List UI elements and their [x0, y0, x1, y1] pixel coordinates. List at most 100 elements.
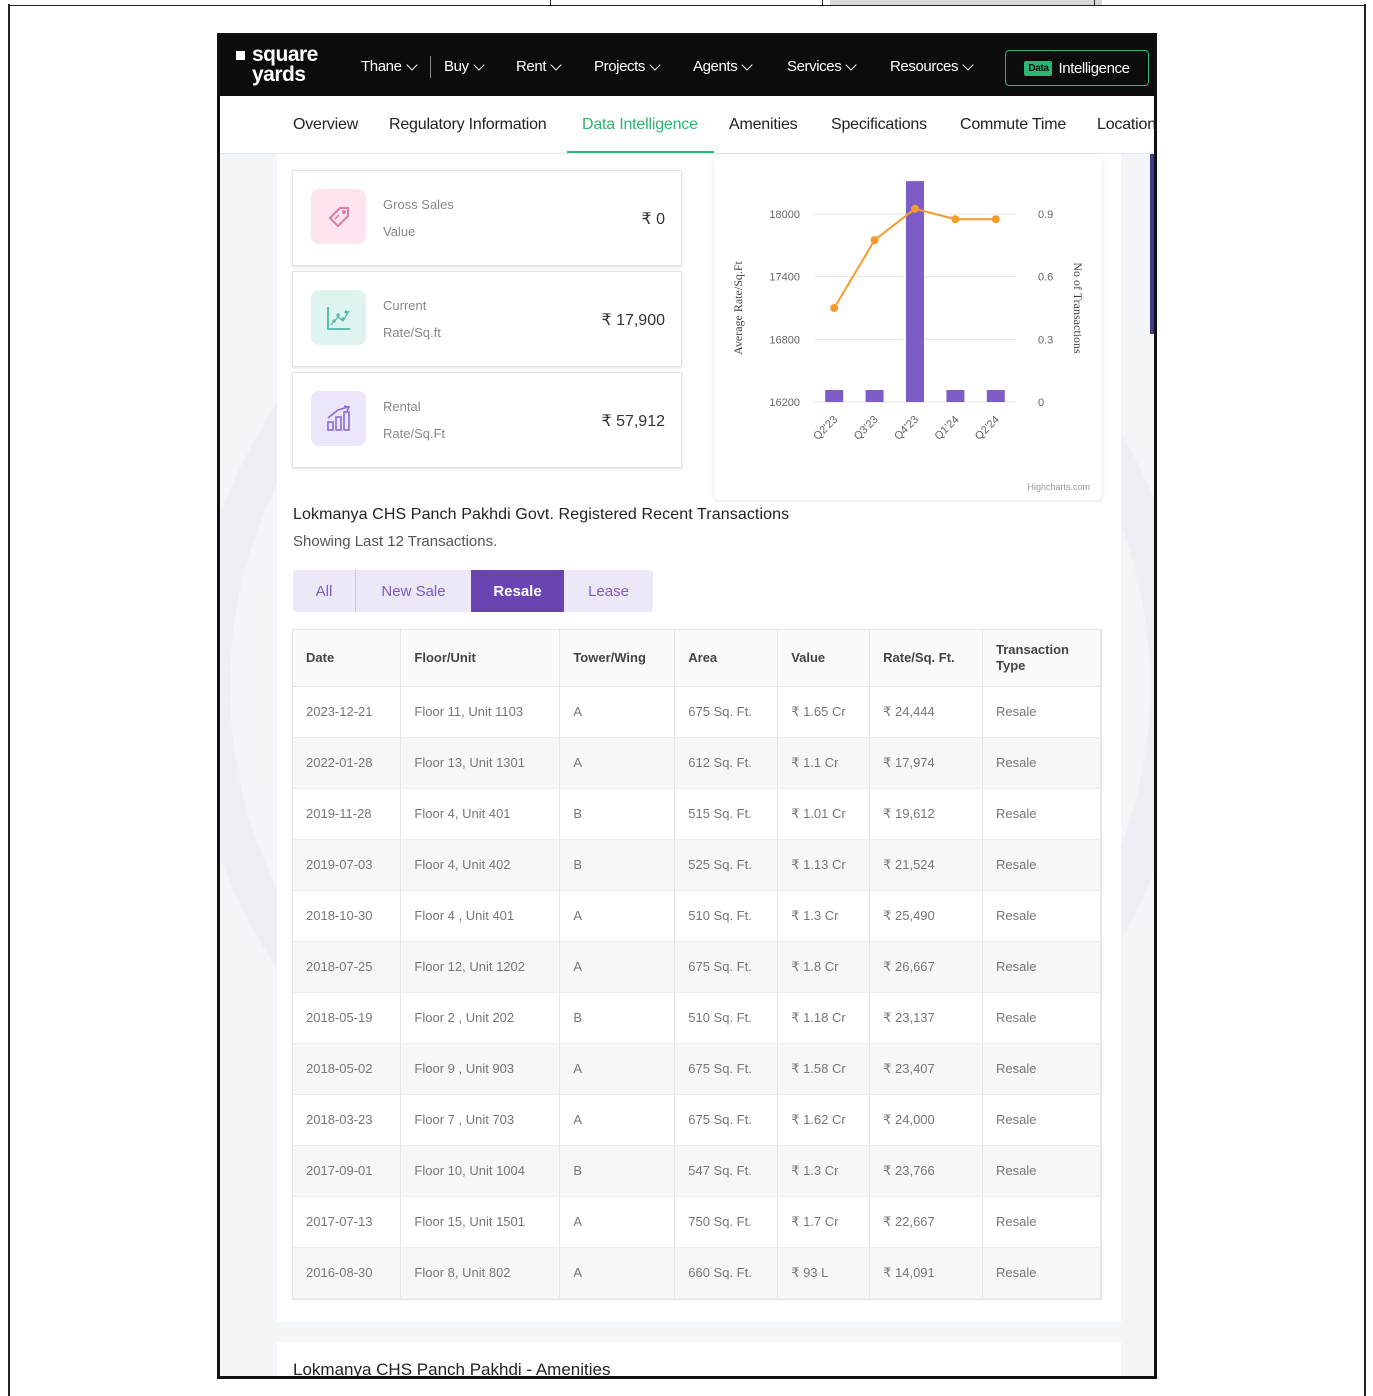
chart-credit: Highcharts.com [1027, 482, 1090, 492]
table-cell: ₹ 23,407 [869, 1043, 984, 1095]
table-row: 2018-03-23 Floor 7 , Unit 703 A 675 Sq. Ft.… [293, 1094, 1101, 1146]
table-cell: ₹ 26,667 [869, 941, 984, 993]
data-badge: Data [1024, 60, 1053, 76]
filter-new-sale[interactable]: New Sale [356, 570, 471, 612]
table-cell: Floor 8, Unit 802 [400, 1247, 561, 1299]
table-cell: ₹ 1.1 Cr [777, 737, 871, 789]
brand-logo[interactable]: square yards [236, 44, 336, 89]
nav-item-label: Thane [361, 58, 402, 75]
table-cell: Resale [982, 941, 1101, 993]
nav-item-buy[interactable]: Buy [444, 58, 485, 75]
table-cell: B [559, 839, 676, 891]
y-tick-label: 18000 [769, 209, 800, 221]
stat-label: Gross Sales [383, 197, 454, 212]
table-cell: A [559, 737, 676, 789]
y-tick-label: 16200 [769, 397, 800, 409]
bar-mark [986, 390, 1005, 402]
table-cell: Floor 9 , Unit 903 [400, 1043, 561, 1095]
chart-canvas: 18000 17400 16800 16200 0.9 0.6 0.3 0 Average Ra… [731, 181, 1090, 492]
x-tick-label: Q1'24 [933, 414, 962, 443]
chevron-down-icon [472, 58, 485, 71]
column-header: Transaction Type [982, 630, 1101, 687]
nav-item-resources[interactable]: Resources [890, 58, 974, 75]
top-navbar: square yards Thane Buy Rent Projects Age… [220, 36, 1154, 96]
table-row: 2018-05-02 Floor 9 , Unit 903 A 675 Sq. Ft.… [293, 1043, 1101, 1095]
stat-value: ₹ 57,912 [601, 413, 665, 430]
stat-gross-sales: Gross Sales Value ₹ 0 [292, 170, 682, 266]
table-cell: Resale [982, 992, 1101, 1044]
table-cell: 2019-11-28 [293, 788, 402, 840]
tab-regulatory-information[interactable]: Regulatory Information [389, 116, 547, 134]
table-cell: ₹ 21,524 [869, 839, 984, 891]
table-cell: 510 Sq. Ft. [674, 992, 779, 1044]
table-cell: ₹ 25,490 [869, 890, 984, 942]
y2-axis-title: No of Transactions [1071, 262, 1085, 354]
filter-resale[interactable]: Resale [471, 570, 564, 612]
table-row: 2018-10-30 Floor 4 , Unit 401 A 510 Sq. Ft.… [293, 890, 1101, 942]
stat-rental-rate: Rental Rate/Sq.Ft ₹ 57,912 [292, 372, 682, 468]
table-cell: 2018-05-19 [293, 992, 402, 1044]
tab-overview[interactable]: Overview [293, 116, 358, 134]
active-tab-indicator [567, 151, 714, 153]
stat-label: Rental [383, 399, 421, 414]
nav-item-agents[interactable]: Agents [693, 58, 753, 75]
filter-lease[interactable]: Lease [564, 570, 653, 612]
y2-tick-label: 0 [1038, 397, 1044, 409]
x-tick-label: Q2'24 [973, 414, 1002, 443]
nav-item-label: Resources [890, 58, 959, 75]
table-cell: ₹ 1.01 Cr [777, 788, 871, 840]
table-header-row: Date Floor/Unit Tower/Wing Area Value Ra… [293, 630, 1101, 687]
stat-value: ₹ 17,900 [601, 312, 665, 329]
table-cell: A [559, 1196, 676, 1248]
table-cell: ₹ 1.3 Cr [777, 890, 871, 942]
table-cell: ₹ 14,091 [869, 1247, 984, 1299]
x-tick-label: Q4'23 [892, 414, 921, 443]
y-axis-title: Average Rate/Sq.Ft [731, 260, 745, 354]
table-cell: 675 Sq. Ft. [674, 686, 779, 738]
x-tick-label: Q2'23 [811, 414, 840, 443]
table-cell: 612 Sq. Ft. [674, 737, 779, 789]
filter-all[interactable]: All [293, 570, 356, 612]
table-cell: 2017-07-13 [293, 1196, 402, 1248]
table-row: 2019-07-03 Floor 4, Unit 402 B 525 Sq. Ft. ₹… [293, 839, 1101, 891]
table-cell: 515 Sq. Ft. [674, 788, 779, 840]
table-cell: Floor 11, Unit 1103 [400, 686, 561, 738]
tab-commute-time[interactable]: Commute Time [960, 116, 1066, 134]
nav-item-projects[interactable]: Projects [594, 58, 661, 75]
tab-data-intelligence[interactable]: Data Intelligence [582, 116, 698, 134]
tab-location[interactable]: Location [1097, 116, 1154, 134]
table-cell: 2018-10-30 [293, 890, 402, 942]
section-tabs: Overview Regulatory Information Data Int… [220, 96, 1154, 154]
data-intelligence-label: Intelligence [1058, 59, 1130, 77]
chart-scatter-icon [311, 290, 366, 345]
tab-amenities[interactable]: Amenities [729, 116, 798, 134]
rate-transactions-chart: 18000 17400 16800 16200 0.9 0.6 0.3 0 Average Ra… [714, 154, 1102, 500]
transaction-filters: All New Sale Resale Lease [293, 570, 653, 612]
line-point [911, 204, 919, 213]
data-intelligence-button[interactable]: Data Intelligence [1005, 50, 1149, 86]
table-cell: 2018-03-23 [293, 1094, 402, 1146]
bar-growth-icon [311, 391, 366, 446]
table-cell: ₹ 17,974 [869, 737, 984, 789]
table-cell: B [559, 788, 676, 840]
stat-label: Current [383, 298, 427, 313]
table-cell: ₹ 93 L [777, 1247, 871, 1299]
table-cell: Resale [982, 839, 1101, 891]
nav-item-services[interactable]: Services [787, 58, 857, 75]
tab-specifications[interactable]: Specifications [831, 116, 927, 134]
table-row: 2018-07-25 Floor 12, Unit 1202 A 675 Sq. Ft… [293, 941, 1101, 993]
table-cell: ₹ 19,612 [869, 788, 984, 840]
nav-item-label: Buy [444, 58, 469, 75]
table-cell: 2022-01-28 [293, 737, 402, 789]
stat-value: ₹ 0 [641, 211, 665, 228]
table-cell: ₹ 1.58 Cr [777, 1043, 871, 1095]
table-row: 2022-01-28 Floor 13, Unit 1301 A 612 Sq. Ft… [293, 737, 1101, 789]
table-cell: Floor 12, Unit 1202 [400, 941, 561, 993]
nav-item-city[interactable]: Thane [361, 58, 418, 75]
table-cell: ₹ 1.65 Cr [777, 686, 871, 738]
chevron-down-icon [845, 58, 857, 71]
stat-current-rate: Current Rate/Sq.ft ₹ 17,900 [292, 271, 682, 367]
table-cell: 675 Sq. Ft. [674, 1043, 779, 1095]
table-cell: ₹ 24,444 [869, 686, 984, 738]
nav-item-rent[interactable]: Rent [516, 58, 562, 75]
